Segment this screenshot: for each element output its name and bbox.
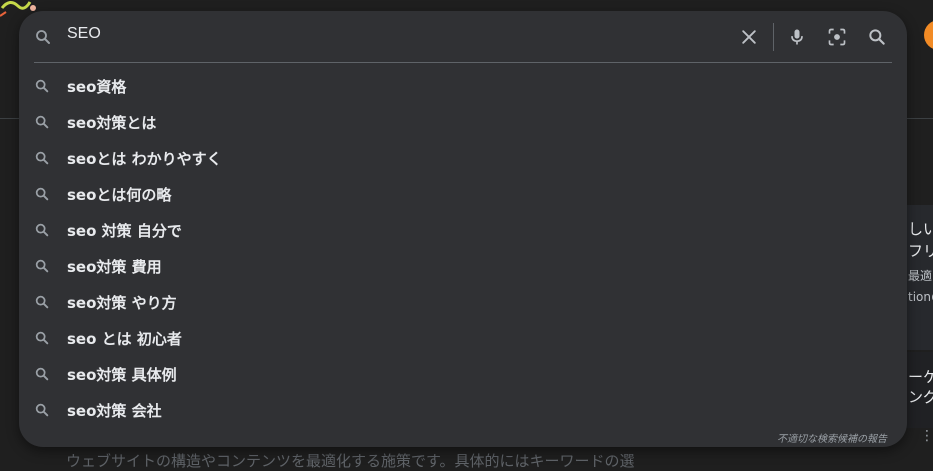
- suggestion-label: seo 対策 自分で: [67, 222, 182, 240]
- search-icon: [33, 365, 51, 383]
- report-inappropriate-link[interactable]: 不適切な検索候補の報告: [777, 430, 887, 445]
- suggestion-label: seo資格: [67, 78, 127, 96]
- search-icon: [33, 77, 51, 95]
- search-submit-icon[interactable]: [865, 25, 889, 49]
- suggestion-item[interactable]: seo対策 費用: [19, 248, 907, 284]
- search-icon: [33, 257, 51, 275]
- suggestion-item[interactable]: seo対策 会社: [19, 392, 907, 428]
- suggestion-label: seoとは わかりやすく: [67, 150, 222, 168]
- search-icon: [33, 149, 51, 167]
- result-snippet: ウェブサイトの構造やコンテンツを最適化する施策です。具体的にはキーワードの選: [66, 452, 635, 470]
- search-box-divider: [773, 23, 774, 51]
- suggestion-item[interactable]: seo とは 初心者: [19, 320, 907, 356]
- suggestion-item[interactable]: seoとは わかりやすく: [19, 140, 907, 176]
- more-options-icon[interactable]: ⋮: [920, 428, 933, 444]
- mic-icon[interactable]: [785, 25, 809, 49]
- suggestion-item[interactable]: seo資格: [19, 68, 907, 104]
- suggestion-label: seo対策 会社: [67, 402, 162, 420]
- search-box[interactable]: SEO: [19, 11, 907, 62]
- search-icon: [33, 401, 51, 419]
- search-icon: [33, 221, 51, 239]
- suggestion-item[interactable]: seoとは何の略: [19, 176, 907, 212]
- camera-lens-icon[interactable]: [825, 25, 849, 49]
- search-icon: [33, 113, 51, 131]
- side-card-text: しい: [908, 220, 933, 238]
- suggestion-item[interactable]: seo 対策 自分で: [19, 212, 907, 248]
- suggestion-item[interactable]: seo対策とは: [19, 104, 907, 140]
- suggestion-item[interactable]: seo対策 具体例: [19, 356, 907, 392]
- suggestion-list: seo資格 seo対策とは seoとは わかりやすく seoとは何の略 seo 対策 自…: [19, 68, 907, 428]
- side-card-text: ーケラ: [908, 368, 933, 386]
- close-icon[interactable]: [737, 25, 761, 49]
- side-card-text: 最適: [908, 269, 933, 283]
- suggestion-label: seo対策とは: [67, 114, 157, 132]
- side-card-text: tionの: [908, 290, 933, 304]
- suggestion-label: seoとは何の略: [67, 186, 172, 204]
- search-icon: [33, 293, 51, 311]
- suggestion-label: seo対策 費用: [67, 258, 162, 276]
- search-input[interactable]: SEO: [67, 25, 101, 43]
- search-icon: [33, 185, 51, 203]
- search-icon: [33, 27, 53, 47]
- search-autocomplete-panel: SEO seo資格 seo対策とは seoとは わかりやすく seoとは何の略 seo …: [19, 11, 907, 447]
- side-card-text: フリ: [908, 242, 933, 260]
- side-card-text: ング様: [908, 388, 933, 406]
- suggestion-label: seo対策 具体例: [67, 366, 177, 384]
- suggestion-label: seo とは 初心者: [67, 330, 182, 348]
- search-box-divider: [34, 62, 892, 63]
- search-icon: [33, 329, 51, 347]
- suggestion-item[interactable]: seo対策 やり方: [19, 284, 907, 320]
- suggestion-label: seo対策 やり方: [67, 294, 177, 312]
